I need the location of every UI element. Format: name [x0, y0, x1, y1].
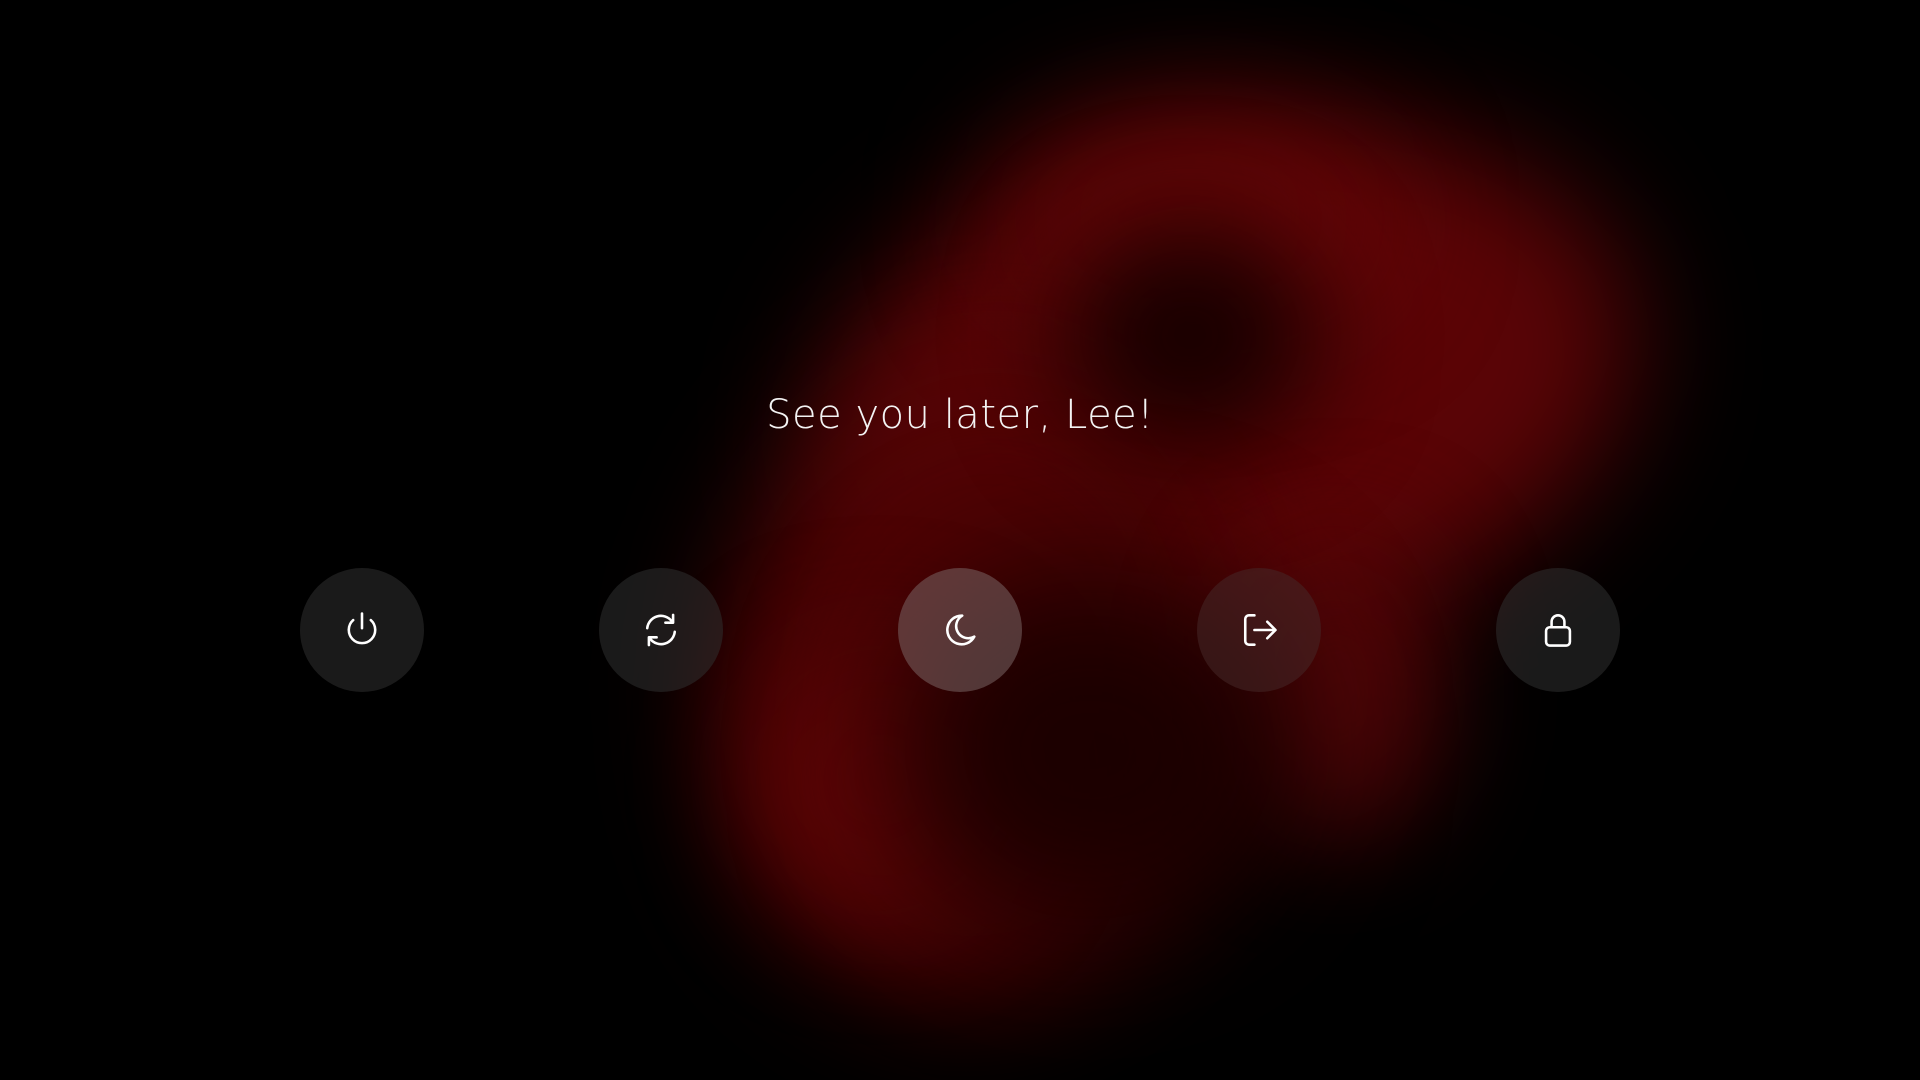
logout-icon: [1237, 608, 1281, 652]
lock-button[interactable]: [1496, 568, 1620, 692]
sleep-button[interactable]: [898, 568, 1022, 692]
moon-icon: [938, 608, 982, 652]
shutdown-button[interactable]: [300, 568, 424, 692]
farewell-greeting: See you later, Lee!: [766, 392, 1154, 438]
power-icon: [340, 608, 384, 652]
log-out-button[interactable]: [1197, 568, 1321, 692]
lock-icon: [1536, 608, 1580, 652]
refresh-icon: [639, 608, 683, 652]
restart-button[interactable]: [599, 568, 723, 692]
power-menu-screen: See you later, Lee!: [0, 0, 1920, 1080]
power-actions: [0, 568, 1920, 692]
blurred-wallpaper: [0, 0, 1920, 1080]
